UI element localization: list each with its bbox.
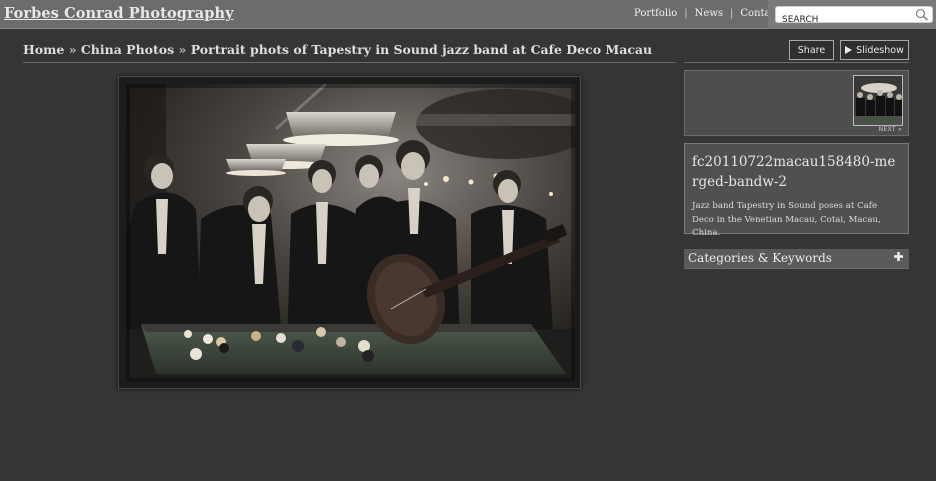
share-button[interactable]: Share <box>789 40 834 60</box>
plus-icon <box>894 252 903 261</box>
breadcrumb: Home » China Photos » Portrait phots of … <box>23 42 676 57</box>
site-title-link[interactable]: Forbes Conrad Photography <box>4 5 234 22</box>
play-icon <box>845 46 853 54</box>
top-bar: Forbes Conrad Photography Portfolio | Ne… <box>0 0 936 29</box>
breadcrumb-separator: » <box>68 42 77 57</box>
main-photo[interactable] <box>126 84 575 382</box>
slideshow-button[interactable]: Slideshow <box>840 40 909 60</box>
breadcrumb-home-link[interactable]: Home <box>23 42 64 57</box>
divider <box>23 62 676 63</box>
main-nav: Portfolio | News | Contact <box>634 8 780 19</box>
photo-title: fc20110722macau158480-merged-bandw-2 <box>692 154 896 190</box>
main-photo-frame <box>118 76 581 389</box>
filmstrip: NEXT » <box>684 70 909 136</box>
breadcrumb-current: Portrait phots of Tapestry in Sound jazz… <box>190 42 653 57</box>
nav-news[interactable]: News <box>695 8 723 19</box>
share-label: Share <box>797 44 826 56</box>
nav-separator: | <box>684 8 688 19</box>
nav-portfolio[interactable]: Portfolio <box>634 8 677 19</box>
breadcrumb-category-link[interactable]: China Photos <box>81 42 174 57</box>
search-input[interactable] <box>776 12 911 28</box>
divider <box>684 268 909 269</box>
slideshow-label: Slideshow <box>856 44 904 56</box>
search-area <box>768 0 936 29</box>
next-link[interactable]: NEXT » <box>879 126 902 133</box>
categories-label: Categories & Keywords <box>688 251 832 265</box>
breadcrumb-separator: » <box>178 42 187 57</box>
photo-info-panel: fc20110722macau158480-merged-bandw-2 Jaz… <box>684 143 909 238</box>
nav-separator: | <box>730 8 734 19</box>
photo-description: Jazz band Tapestry in Sound poses at Caf… <box>692 201 881 238</box>
next-photo-thumbnail[interactable] <box>853 75 903 126</box>
magnifier-icon[interactable] <box>915 8 929 21</box>
divider <box>684 62 909 63</box>
categories-toggle[interactable]: Categories & Keywords <box>684 249 909 268</box>
search-box <box>775 6 933 28</box>
